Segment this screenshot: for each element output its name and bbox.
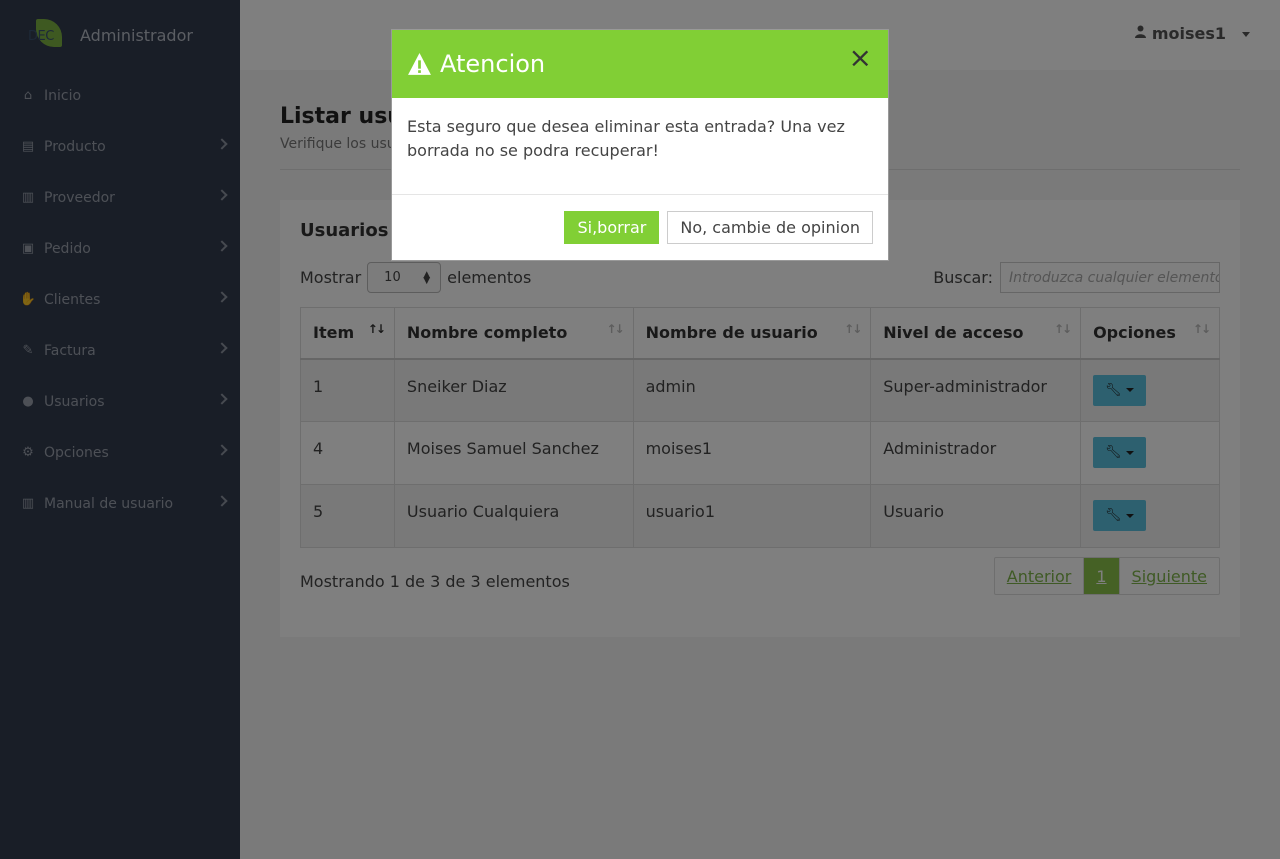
confirm-modal: Atencion × Esta seguro que desea elimina… xyxy=(391,29,889,261)
modal-title: Atencion xyxy=(440,50,546,78)
modal-header: Atencion × xyxy=(392,30,888,98)
modal-body: Esta seguro que desea eliminar esta entr… xyxy=(392,98,888,195)
cancel-button[interactable]: No, cambie de opinion xyxy=(667,211,873,244)
confirm-delete-button[interactable]: Si,borrar xyxy=(564,211,660,244)
modal-footer: Si,borrar No, cambie de opinion xyxy=(392,195,888,244)
close-icon[interactable]: × xyxy=(849,44,872,72)
warning-icon xyxy=(408,52,431,75)
